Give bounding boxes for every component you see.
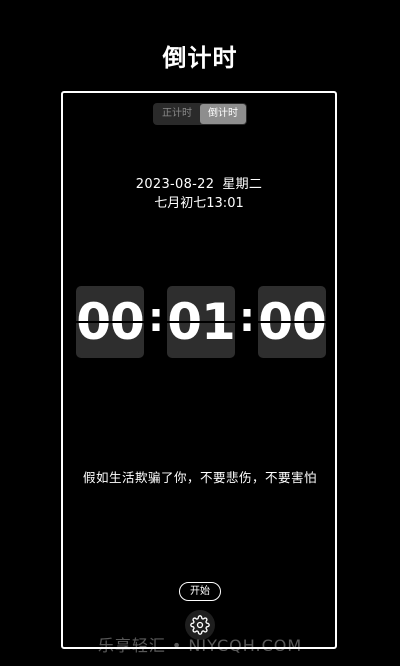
tab-count-up[interactable]: 正计时 <box>154 104 200 124</box>
minutes-digits: 01 <box>167 293 235 351</box>
lunar-date-text: 七月初七 <box>154 196 207 211</box>
date-line: 2023-08-22 星期二 <box>63 173 335 192</box>
seconds-digits: 00 <box>258 293 326 351</box>
weekday-text: 星期二 <box>222 177 263 192</box>
quote-text: 假如生活欺骗了你，不要悲伤，不要害怕 <box>83 470 318 485</box>
app-screen: 倒计时 正计时 倒计时 2023-08-22 星期二 七月初七13:01 00 :… <box>0 0 400 666</box>
seconds-card: 00 <box>258 286 326 358</box>
hours-card: 00 <box>76 286 144 358</box>
phone-preview-frame: 正计时 倒计时 2023-08-22 星期二 七月初七13:01 00 : 01 … <box>61 91 337 649</box>
clock-time-text: 13:01 <box>206 196 244 211</box>
date-text: 2023-08-22 <box>135 177 215 192</box>
mode-toggle: 正计时 倒计时 <box>153 103 247 125</box>
flip-clock: 00 : 01 : 00 <box>76 286 326 358</box>
start-button[interactable]: 开始 <box>179 582 221 601</box>
colon-separator: : <box>148 295 164 341</box>
page-title: 倒计时 <box>162 44 238 72</box>
tab-countdown[interactable]: 倒计时 <box>200 104 246 124</box>
hours-digits: 00 <box>76 293 144 351</box>
colon-separator: : <box>239 295 255 341</box>
minutes-card: 01 <box>167 286 235 358</box>
watermark: 乐享轻汇 • NIYCQH.COM <box>97 636 303 655</box>
lunar-time-line: 七月初七13:01 <box>63 192 335 211</box>
